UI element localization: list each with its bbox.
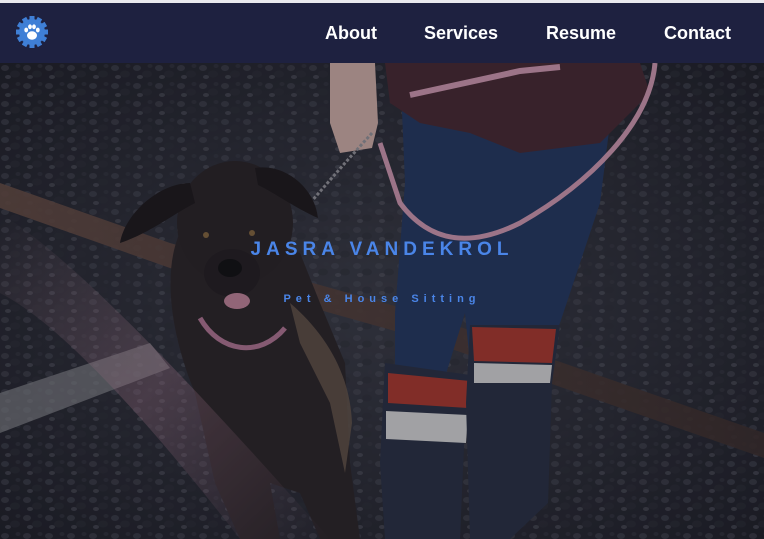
nav-services[interactable]: Services [424, 23, 498, 44]
hero-title: JASRA VANDEKROL [250, 239, 514, 260]
navbar: About Services Resume Contact [0, 3, 764, 63]
nav-contact[interactable]: Contact [664, 23, 731, 44]
paw-logo-icon[interactable] [15, 15, 49, 49]
nav-resume[interactable]: Resume [546, 23, 616, 44]
nav-about[interactable]: About [325, 23, 377, 44]
hero-subtitle: Pet & House Sitting [283, 293, 481, 305]
hero-section: JASRA VANDEKROL Pet & House Sitting [0, 63, 764, 539]
